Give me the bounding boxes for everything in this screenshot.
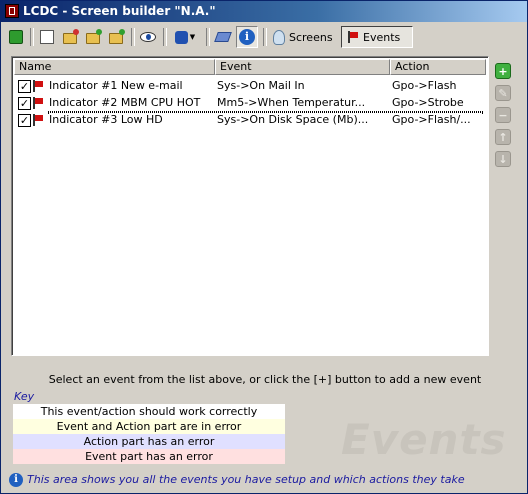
list-row[interactable]: ✓ Indicator #3 Low HD Sys->On Disk Space… bbox=[14, 112, 486, 129]
section-watermark: Events bbox=[341, 415, 507, 464]
flag-icon bbox=[347, 31, 359, 43]
edit-button[interactable]: ✎ bbox=[495, 85, 511, 101]
main-window: LCDC - Screen builder "N.A." ▼ i Screens… bbox=[0, 0, 528, 494]
enable-checkbox[interactable]: ✓ bbox=[18, 97, 31, 110]
column-header-event[interactable]: Event bbox=[215, 59, 390, 75]
row-action: Gpo->Flash/... bbox=[392, 113, 471, 126]
toolbar-separator bbox=[263, 28, 267, 46]
toolbar-separator bbox=[163, 28, 167, 46]
key-item-event-error: Event part has an error bbox=[13, 449, 285, 464]
bulb-icon bbox=[273, 29, 285, 45]
screens-label: Screens bbox=[289, 30, 333, 44]
enable-checkbox[interactable]: ✓ bbox=[18, 114, 31, 127]
edit-icon: ✎ bbox=[498, 86, 508, 100]
info-icon: i bbox=[9, 473, 23, 487]
add-icon: + bbox=[498, 64, 508, 78]
save-button[interactable] bbox=[105, 26, 127, 48]
row-name: Indicator #1 New e-mail bbox=[49, 79, 183, 92]
status-bar: i This area shows you all the events you… bbox=[5, 471, 523, 489]
toolbar-separator bbox=[131, 28, 135, 46]
app-green-icon bbox=[9, 30, 23, 44]
window-title: LCDC - Screen builder "N.A." bbox=[23, 4, 216, 18]
toolbar-separator bbox=[30, 28, 34, 46]
title-bar[interactable]: LCDC - Screen builder "N.A." bbox=[1, 1, 527, 22]
events-list[interactable]: Name Event Action ✓ Indicator #1 New e-m… bbox=[11, 56, 489, 356]
row-event: Sys->On Mail In bbox=[217, 79, 305, 92]
row-event: Sys->On Disk Space (Mb)... bbox=[217, 113, 369, 126]
eraser-button[interactable] bbox=[212, 26, 234, 48]
row-action: Gpo->Strobe bbox=[392, 96, 464, 109]
key-heading: Key bbox=[14, 390, 35, 403]
flag-icon bbox=[32, 80, 44, 92]
key-item-both-error: Event and Action part are in error bbox=[13, 419, 285, 434]
plugin-dropdown-button[interactable]: ▼ bbox=[169, 26, 201, 48]
plugin-icon bbox=[174, 30, 188, 44]
open-button[interactable] bbox=[59, 26, 81, 48]
info-icon: i bbox=[239, 29, 255, 45]
column-header-name[interactable]: Name bbox=[14, 59, 215, 75]
move-down-icon: ↓ bbox=[498, 152, 508, 166]
save-folder-icon bbox=[109, 29, 125, 44]
list-row[interactable]: ✓ Indicator #1 New e-mail Sys->On Mail I… bbox=[14, 78, 486, 95]
column-header-action[interactable]: Action bbox=[390, 59, 486, 75]
remove-button[interactable]: − bbox=[495, 107, 511, 123]
row-name: Indicator #2 MBM CPU HOT bbox=[49, 96, 201, 109]
flag-icon bbox=[32, 97, 44, 109]
row-name-text: Indicator #3 Low HD bbox=[49, 113, 163, 126]
chevron-down-icon: ▼ bbox=[189, 33, 196, 41]
open-up-button[interactable] bbox=[82, 26, 104, 48]
eraser-icon bbox=[214, 32, 232, 42]
add-button[interactable]: + bbox=[495, 63, 511, 79]
app-icon bbox=[5, 4, 19, 18]
hint-text: Select an event from the list above, or … bbox=[48, 373, 482, 386]
toolbar: ▼ i Screens Events bbox=[3, 25, 525, 51]
row-event: Mm5->When Temperatur... bbox=[217, 96, 366, 109]
enable-checkbox[interactable]: ✓ bbox=[18, 80, 31, 93]
move-up-icon: ↑ bbox=[498, 130, 508, 144]
list-row[interactable]: ✓ Indicator #2 MBM CPU HOT Mm5->When Tem… bbox=[14, 95, 486, 112]
key-item-action-error: Action part has an error bbox=[13, 434, 285, 449]
flag-icon bbox=[32, 114, 44, 126]
list-header: Name Event Action bbox=[14, 59, 486, 75]
preview-button[interactable] bbox=[137, 26, 159, 48]
new-button[interactable] bbox=[36, 26, 58, 48]
events-label: Events bbox=[363, 30, 401, 44]
key-item-ok: This event/action should work correctly bbox=[13, 404, 285, 419]
new-page-icon bbox=[40, 30, 54, 44]
row-action: Gpo->Flash bbox=[392, 79, 457, 92]
info-button[interactable]: i bbox=[236, 26, 258, 48]
status-text: This area shows you all the events you h… bbox=[27, 473, 465, 486]
remove-icon: − bbox=[498, 108, 508, 122]
app-toggle-button[interactable] bbox=[5, 26, 27, 48]
open-folder-icon bbox=[63, 29, 79, 44]
toolbar-separator bbox=[206, 28, 210, 46]
preview-eye-icon bbox=[140, 32, 156, 42]
move-up-button[interactable]: ↑ bbox=[495, 129, 511, 145]
screens-button[interactable]: Screens bbox=[268, 26, 338, 48]
open-folder-up-icon bbox=[86, 29, 102, 44]
events-button[interactable]: Events bbox=[341, 26, 413, 48]
move-down-button[interactable]: ↓ bbox=[495, 151, 511, 167]
